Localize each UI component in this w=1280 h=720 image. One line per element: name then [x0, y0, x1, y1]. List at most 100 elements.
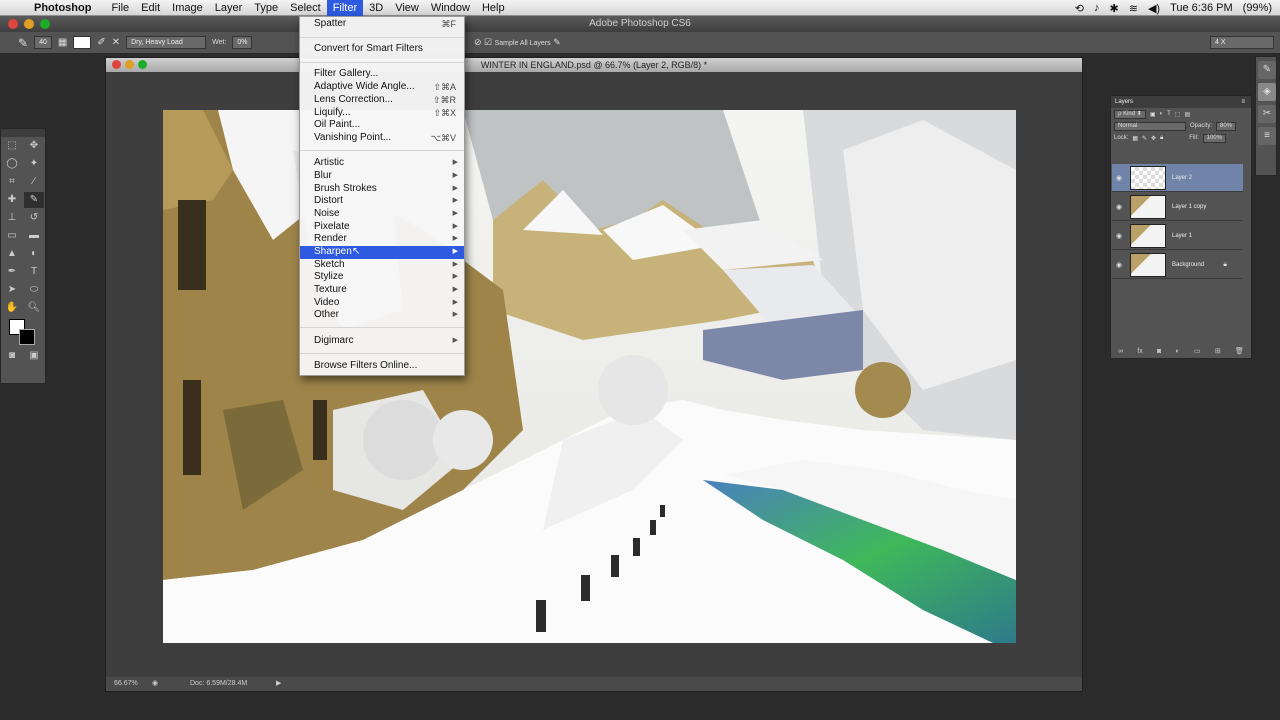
menu-item-texture[interactable]: Texture ▶	[300, 284, 464, 297]
menu-image[interactable]: Image	[166, 0, 209, 16]
menu-item-noise[interactable]: Noise ▶	[300, 208, 464, 221]
history-brush-icon[interactable]: ↺	[24, 210, 44, 226]
brush-tool-icon[interactable]: ✎	[24, 192, 44, 208]
menu-item-render[interactable]: Render ▶	[300, 233, 464, 246]
zoom-level[interactable]: 66.67%	[114, 677, 138, 691]
layer-style-icon[interactable]: fx	[1137, 348, 1142, 355]
shape-tool-icon[interactable]: ⬭	[24, 282, 44, 298]
layer-row-background[interactable]: ◉ Background 🔒︎	[1112, 251, 1243, 279]
opacity-field[interactable]: 80%	[1216, 121, 1237, 131]
background-color[interactable]	[19, 329, 35, 345]
menu-item-filter-gallery[interactable]: Filter Gallery...	[300, 68, 464, 81]
menu-item-other[interactable]: Other ▶	[300, 309, 464, 322]
document-title-bar[interactable]: WINTER IN ENGLAND.psd @ 66.7% (Layer 2, …	[106, 58, 1082, 72]
layer-row-layer-1[interactable]: ◉ Layer 1	[1112, 222, 1243, 250]
battery-percent[interactable]: (99%)	[1243, 2, 1272, 14]
blur-tool-icon[interactable]: ▲	[2, 246, 22, 262]
workspace-field[interactable]: 4 X	[1210, 36, 1274, 49]
close-icon[interactable]	[8, 19, 18, 29]
menu-item-stylize[interactable]: Stylize ▶	[300, 271, 464, 284]
zoom-tool-icon[interactable]: 🔍︎	[24, 300, 44, 316]
menu-item-sketch[interactable]: Sketch ▶	[300, 259, 464, 272]
layer-name[interactable]: Layer 2	[1172, 175, 1192, 181]
bluetooth-icon[interactable]: ✱	[1110, 2, 1119, 15]
load-brush-icon[interactable]: ✐	[97, 37, 105, 48]
menu-item-convert-smart-filters[interactable]: Convert for Smart Filters	[300, 43, 464, 56]
crop-tool-icon[interactable]: ⌗	[2, 174, 22, 190]
marquee-tool-icon[interactable]: ⬚	[2, 138, 22, 154]
menu-item-browse-filters-online[interactable]: Browse Filters Online...	[300, 360, 464, 373]
brush-panel-icon[interactable]: ▦	[58, 37, 67, 48]
menu-item-video[interactable]: Video ▶	[300, 297, 464, 310]
menu-window[interactable]: Window	[425, 0, 476, 16]
sound-icon[interactable]: ◀)	[1148, 2, 1160, 15]
dodge-tool-icon[interactable]: ◐	[24, 246, 44, 262]
menu-filter[interactable]: Filter	[326, 0, 364, 16]
menu-item-vanishing-point[interactable]: Vanishing Point... ⌥⌘V	[300, 132, 464, 145]
panel-menu-icon[interactable]: ≡	[1241, 96, 1245, 108]
link-layers-icon[interactable]: ∞	[1118, 348, 1123, 355]
filter-pixel-icon[interactable]: ▣	[1150, 111, 1156, 118]
layer-row-layer-2[interactable]: ◉ Layer 2	[1112, 164, 1243, 192]
eraser-tool-icon[interactable]: ▭	[2, 228, 22, 244]
kind-filter-dropdown[interactable]: ρ Kind ⬍	[1114, 109, 1146, 119]
menu-edit[interactable]: Edit	[135, 0, 166, 16]
layer-name[interactable]: Background	[1172, 262, 1204, 268]
menu-item-pixelate[interactable]: Pixelate ▶	[300, 221, 464, 234]
tool-presets-icon[interactable]: ✂	[1258, 105, 1276, 123]
timemachine-icon[interactable]: ⟲	[1075, 2, 1084, 15]
color-swatch[interactable]	[73, 36, 92, 49]
stamp-tool-icon[interactable]: ⊥	[2, 210, 22, 226]
fill-field[interactable]: 100%	[1202, 133, 1226, 143]
trash-icon[interactable]: 🗑︎	[1235, 347, 1244, 355]
visibility-eye-icon[interactable]: ◉	[1112, 232, 1126, 240]
lock-position-icon[interactable]: ✥	[1151, 135, 1156, 142]
menu-3d[interactable]: 3D	[363, 0, 389, 16]
gradient-tool-icon[interactable]: ▬	[24, 228, 44, 244]
menu-help[interactable]: Help	[476, 0, 511, 16]
sample-all-layers-checkbox[interactable]: ⊘ ☑ Sample All Layers ✎	[474, 37, 561, 48]
minimize-icon[interactable]	[24, 19, 34, 29]
move-tool-icon[interactable]: ✥	[24, 138, 44, 154]
color-swatches[interactable]	[1, 317, 45, 347]
adjustment-layer-icon[interactable]: ◐	[1176, 348, 1180, 355]
brush-size-field[interactable]: 40	[34, 36, 52, 49]
blend-mode-dropdown[interactable]: Normal	[1114, 121, 1186, 131]
visibility-eye-icon[interactable]: ◉	[1112, 174, 1126, 182]
healing-tool-icon[interactable]: ✚	[2, 192, 22, 208]
pen-tool-icon[interactable]: ✒	[2, 264, 22, 280]
menu-file[interactable]: File	[105, 0, 135, 16]
menu-item-blur[interactable]: Blur ▶	[300, 170, 464, 183]
adjustments-icon[interactable]: ≡	[1258, 127, 1276, 145]
doc-minimize-icon[interactable]	[125, 60, 134, 69]
brush-presets-icon[interactable]: ✎	[1258, 61, 1276, 79]
preset-dropdown[interactable]: Dry, Heavy Load	[126, 36, 207, 49]
lock-all-icon[interactable]: 🔒︎	[1160, 135, 1163, 142]
lock-image-icon[interactable]: ✎	[1142, 135, 1147, 142]
layers-tab[interactable]: Layers ≡	[1111, 96, 1251, 108]
new-layer-icon[interactable]: ⊞	[1215, 347, 1221, 355]
quick-select-tool-icon[interactable]: ✦	[24, 156, 44, 172]
wet-field[interactable]: 0%	[232, 36, 253, 49]
menu-select[interactable]: Select	[284, 0, 327, 16]
quick-mask-icon[interactable]: ◙	[2, 348, 22, 364]
menu-type[interactable]: Type	[248, 0, 284, 16]
filter-adjust-icon[interactable]: ◐	[1159, 111, 1163, 117]
app-menu[interactable]: Photoshop	[34, 2, 91, 14]
add-mask-icon[interactable]: ◙	[1157, 348, 1161, 355]
new-group-icon[interactable]: ▭	[1194, 347, 1201, 355]
visibility-eye-icon[interactable]: ◉	[1112, 203, 1126, 211]
layer-name[interactable]: Layer 1 copy	[1172, 204, 1206, 210]
menu-item-oil-paint[interactable]: Oil Paint...	[300, 119, 464, 132]
menu-item-digimarc[interactable]: Digimarc ▶	[300, 335, 464, 348]
menu-view[interactable]: View	[389, 0, 425, 16]
filter-smart-icon[interactable]: ▤	[1184, 111, 1190, 118]
status-options-icon[interactable]: ◉	[152, 677, 158, 691]
filter-type-icon[interactable]: T	[1167, 111, 1171, 117]
eyedropper-tool-icon[interactable]: ⁄	[24, 174, 44, 190]
mixer-brush-icon[interactable]: ✎	[18, 36, 28, 50]
lasso-tool-icon[interactable]: ◯	[2, 156, 22, 172]
layer-name[interactable]: Layer 1	[1172, 233, 1192, 239]
image-canvas[interactable]	[163, 110, 1016, 643]
menu-item-brush-strokes[interactable]: Brush Strokes ▶	[300, 183, 464, 196]
